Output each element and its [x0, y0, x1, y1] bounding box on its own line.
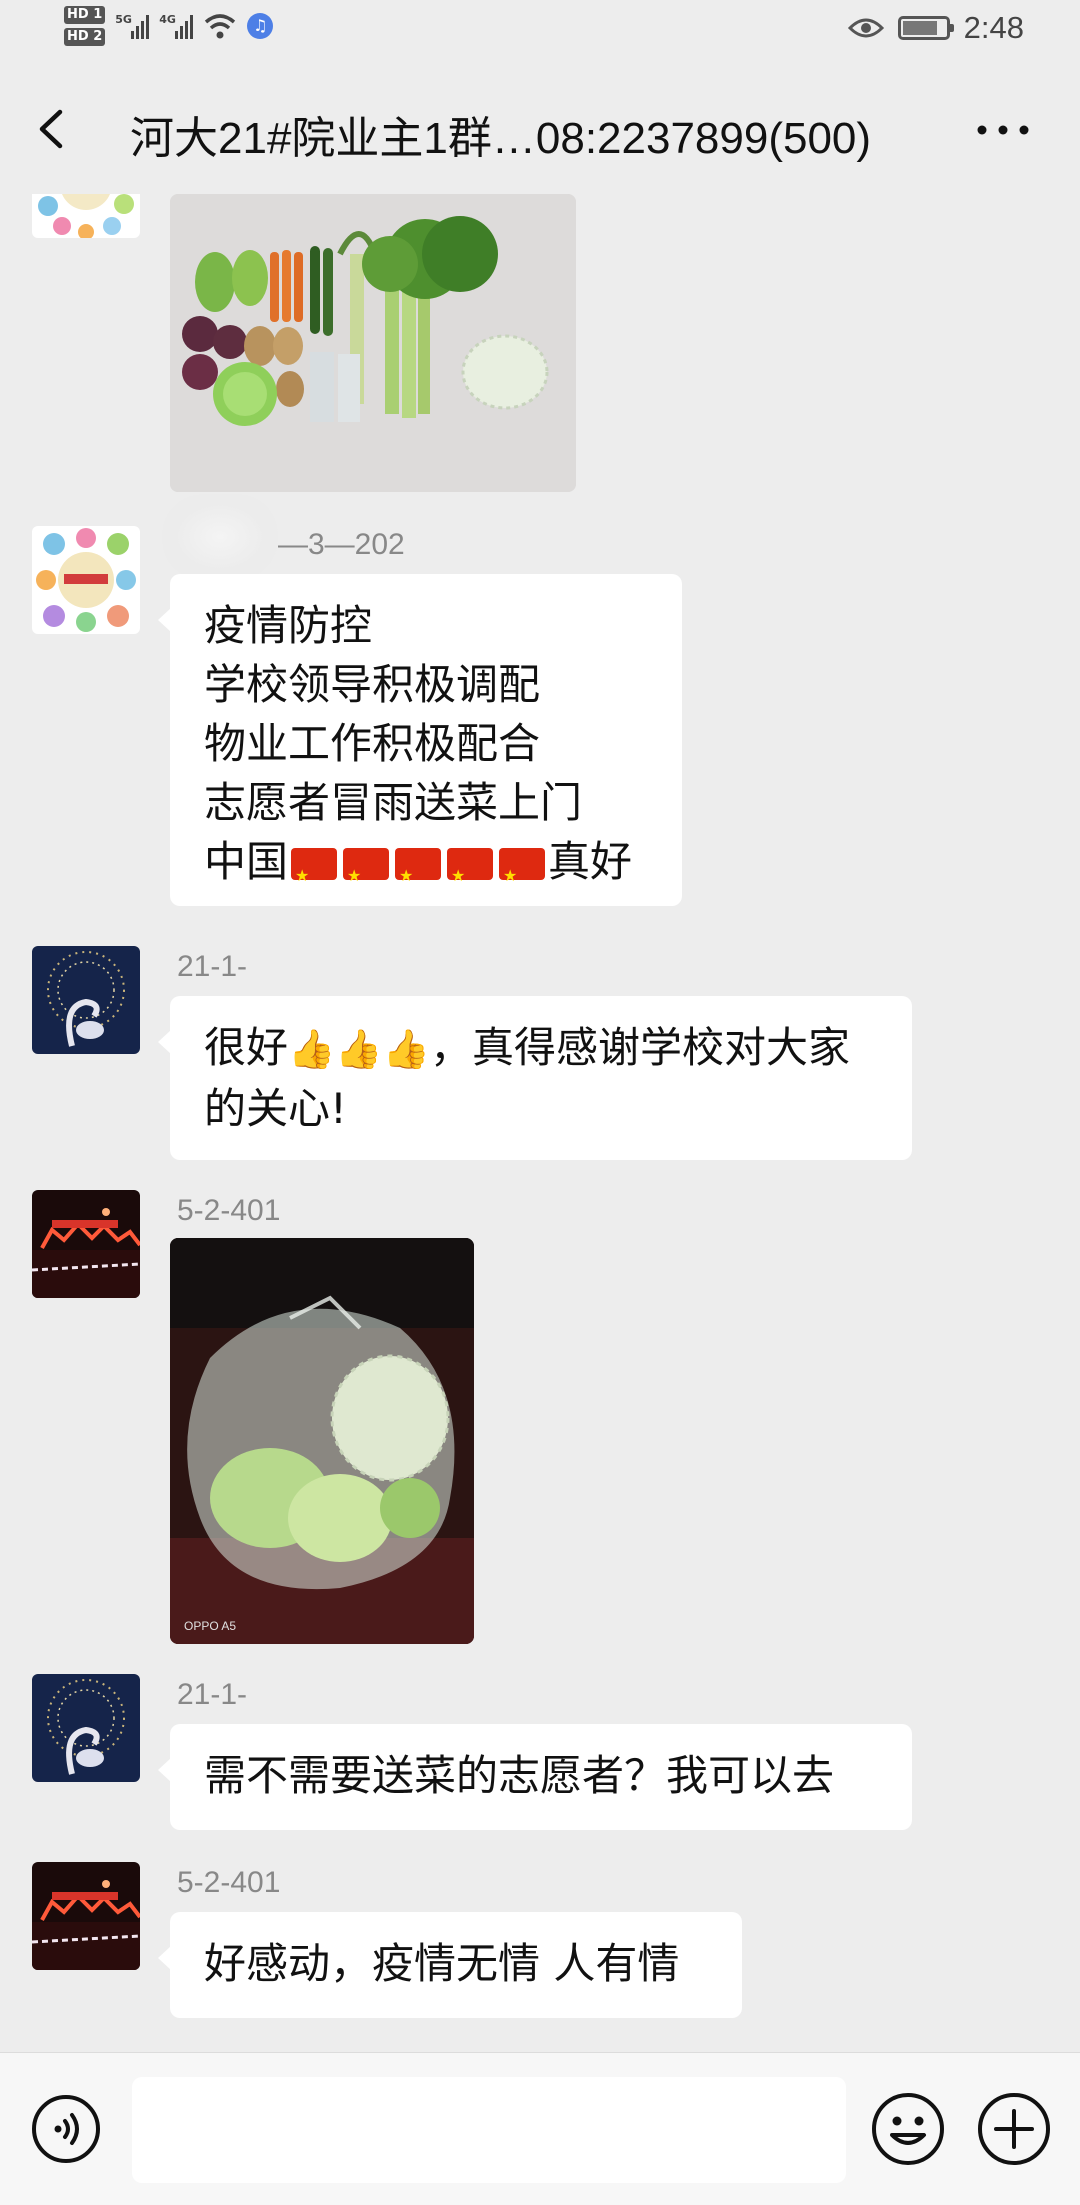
signal-icon: 5G [115, 11, 150, 41]
sender-name: 21-1- [177, 950, 248, 983]
vegetables-bag-photo[interactable]: OPPO A5 [170, 1238, 474, 1644]
message-line: 物业工作积极配合 [204, 719, 541, 768]
message-input[interactable] [132, 2077, 846, 2183]
sender-name: 5-2-401 [177, 1866, 281, 1899]
bluetooth-icon: ♫ [247, 13, 274, 39]
message-bubble[interactable]: 很好👍👍👍，真得感谢学校对大家 的关心! [158, 996, 912, 1160]
message-line: 学校领导积极调配 [204, 660, 541, 709]
signal-icon-2: 4G [159, 11, 194, 41]
message-line: 很好👍👍👍，真得感谢学校对大家 [204, 1018, 878, 1079]
more-dots-icon[interactable] [976, 124, 1030, 136]
avatar[interactable] [32, 526, 140, 634]
vegetables-photo[interactable] [170, 194, 576, 492]
message-text: ，真得感谢学校对大家 [430, 1023, 851, 1072]
hd1-badge: HD 1 [64, 6, 106, 24]
china-flag-icon [499, 846, 546, 905]
status-bar: HD 1 HD 2 5G 4G ♫ 2:48 [0, 0, 1080, 66]
thumbs-up-icon: 👍 [382, 1027, 430, 1071]
message-line: 疫情防控 [204, 601, 373, 650]
message-text: 很好 [204, 1023, 289, 1072]
input-bar [0, 2052, 1080, 2205]
message-line: 志愿者冒雨送菜上门 [204, 778, 583, 827]
wifi-icon [205, 14, 236, 39]
avatar[interactable] [32, 1674, 140, 1782]
clock: 2:48 [963, 10, 1024, 45]
network-4g-label: 4G [159, 13, 176, 26]
plus-icon[interactable] [976, 2091, 1052, 2167]
message-line: 需不需要送菜的志愿者？我可以去 [204, 1751, 835, 1800]
sender-name: —3—202 [278, 528, 405, 561]
network-5g-label: 5G [115, 13, 132, 26]
thumbs-up-icon: 👍 [335, 1027, 383, 1071]
thumbs-up-icon: 👍 [288, 1027, 336, 1071]
china-flag-icon [291, 846, 338, 905]
chat-title: 河大21#院业主1群…08:2237899(500) [130, 114, 872, 163]
blurred-name [162, 494, 278, 580]
avatar[interactable] [32, 194, 140, 238]
hd2-badge: HD 2 [64, 28, 106, 46]
status-left: HD 1 HD 2 5G 4G ♫ [64, 6, 274, 46]
message-line: 中国 真好 [204, 832, 648, 905]
chat-header: 河大21#院业主1群…08:2237899(500) [0, 66, 1080, 194]
battery-icon [897, 16, 954, 40]
china-flag-icon [395, 846, 442, 905]
message-text: 中国 [204, 837, 289, 886]
status-right: 2:48 [847, 10, 1024, 46]
message-text: 真好 [548, 837, 633, 886]
avatar[interactable] [32, 946, 140, 1054]
avatar[interactable] [32, 1190, 140, 1298]
china-flag-icon [343, 846, 390, 905]
watermark-text: OPPO A5 [184, 1619, 236, 1633]
message-bubble[interactable]: 疫情防控 学校领导积极调配 物业工作积极配合 志愿者冒雨送菜上门 中国 真好 [158, 574, 682, 906]
hd-indicators: HD 1 HD 2 [64, 6, 106, 46]
message-bubble[interactable]: 需不需要送菜的志愿者？我可以去 [158, 1724, 912, 1830]
emoji-icon[interactable] [870, 2091, 946, 2167]
message-bubble[interactable]: 好感动，疫情无情 人有情 [158, 1912, 742, 2018]
back-arrow-icon[interactable] [30, 106, 76, 152]
sender-name: 5-2-401 [177, 1194, 281, 1227]
avatar[interactable] [32, 1862, 140, 1970]
voice-icon[interactable] [30, 2093, 102, 2165]
eye-icon [847, 18, 884, 38]
sender-name: 21-1- [177, 1678, 248, 1711]
chat-area[interactable]: —3—202 疫情防控 学校领导积极调配 物业工作积极配合 志愿者冒雨送菜上门 … [0, 194, 1080, 2052]
message-line: 好感动，疫情无情 人有情 [204, 1939, 680, 1988]
china-flag-icon [447, 846, 494, 905]
message-line: 的关心! [204, 1084, 347, 1133]
